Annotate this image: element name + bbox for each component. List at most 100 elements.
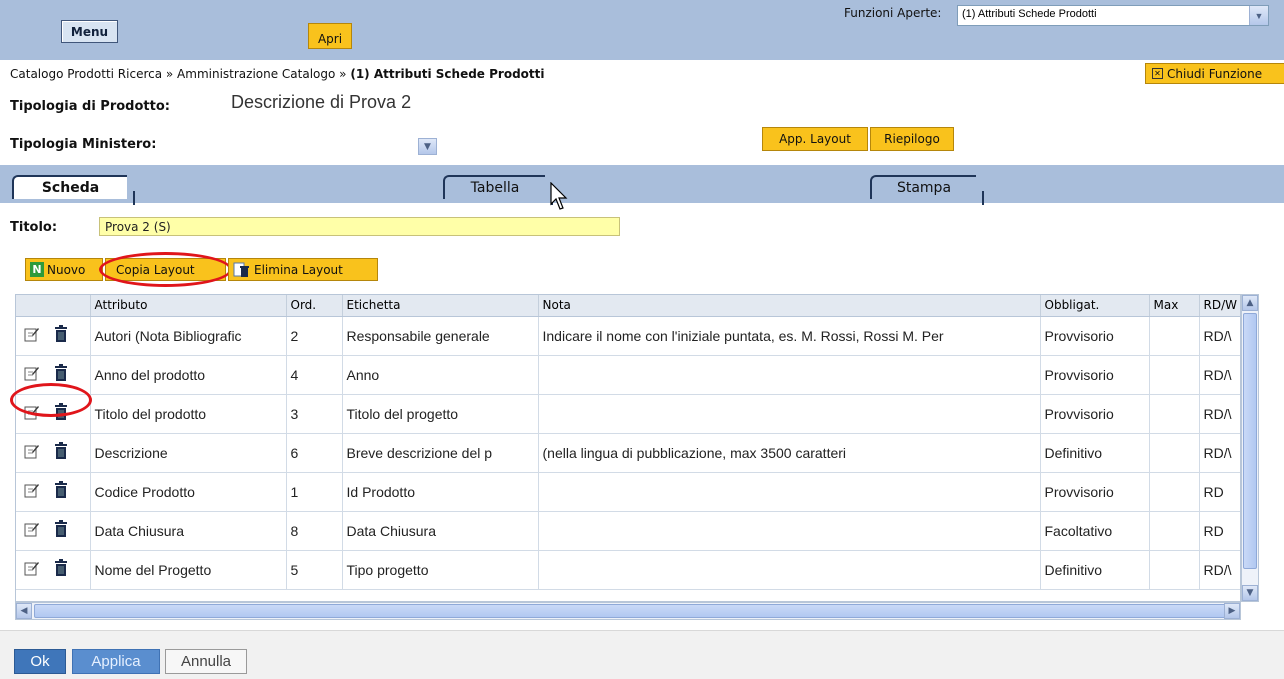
cell-max	[1149, 394, 1200, 434]
cell-rdw: RD/\	[1199, 316, 1240, 356]
cell-rdw: RD/\	[1199, 550, 1240, 590]
vertical-scrollbar[interactable]: ▲ ▼	[1241, 294, 1259, 602]
vertical-scroll-thumb[interactable]	[1243, 313, 1257, 569]
horizontal-scrollbar[interactable]: ◀ ▶	[15, 602, 1241, 620]
edit-icon[interactable]	[24, 560, 40, 579]
chevron-down-icon: ▼	[424, 141, 431, 152]
cell-etichetta: Responsabile generale	[342, 316, 539, 356]
row-actions-cell	[16, 472, 91, 512]
tipologia-ministero-label: Tipologia Ministero:	[10, 137, 157, 152]
table-row[interactable]: Data Chiusura 8 Data Chiusura Facoltativo RD	[16, 511, 1240, 551]
annulla-button[interactable]: Annulla	[165, 649, 247, 674]
column-header-max[interactable]: Max	[1149, 295, 1200, 317]
edit-icon[interactable]	[24, 365, 40, 384]
cell-ord: 4	[286, 355, 343, 395]
cell-max	[1149, 433, 1200, 473]
cell-rdw: RD/\	[1199, 433, 1240, 473]
funzioni-aperte-label: Funzioni Aperte:	[844, 6, 942, 20]
cell-etichetta: Data Chiusura	[342, 511, 539, 551]
trash-icon[interactable]	[54, 481, 68, 502]
trash-icon[interactable]	[54, 520, 68, 541]
cell-rdw: RD	[1199, 472, 1240, 512]
scroll-left-icon[interactable]: ◀	[16, 603, 32, 619]
chevron-down-icon[interactable]: ▼	[1249, 6, 1268, 25]
table-row[interactable]: Nome del Progetto 5 Tipo progetto Definitiv…	[16, 550, 1240, 590]
menu-button[interactable]: Menu	[61, 20, 118, 43]
trash-icon[interactable]	[54, 442, 68, 463]
apri-button[interactable]: Apri	[308, 23, 352, 49]
tab-stampa[interactable]: Stampa	[870, 175, 984, 205]
chiudi-funzione-label: Chiudi Funzione	[1167, 66, 1263, 81]
table-row[interactable]: Anno del prodotto 4 Anno Provvisorio RD/\	[16, 355, 1240, 395]
ok-button[interactable]: Ok	[14, 649, 66, 674]
cell-attributo: Data Chiusura	[90, 511, 287, 551]
edit-icon[interactable]	[24, 443, 40, 462]
cell-etichetta: Titolo del progetto	[342, 394, 539, 434]
titolo-label: Titolo:	[10, 220, 58, 235]
row-actions-cell	[16, 433, 91, 473]
column-header-ord[interactable]: Ord.	[286, 295, 343, 317]
riepilogo-button[interactable]: Riepilogo	[870, 127, 954, 151]
elimina-layout-button[interactable]: Elimina Layout	[228, 258, 378, 281]
mouse-cursor-icon	[550, 182, 568, 210]
cell-max	[1149, 511, 1200, 551]
cell-attributo: Descrizione	[90, 433, 287, 473]
table-row[interactable]: Autori (Nota Bibliografic 2 Responsabile g…	[16, 316, 1240, 356]
trash-icon[interactable]	[54, 325, 68, 346]
horizontal-scroll-thumb[interactable]	[34, 604, 1228, 618]
column-header-attributo[interactable]: Attributo	[90, 295, 287, 317]
table-header-row: Attributo Ord. Etichetta Nota Obbligat. …	[16, 295, 1240, 317]
scroll-right-icon[interactable]: ▶	[1224, 603, 1240, 619]
trash-icon[interactable]	[54, 364, 68, 385]
app-layout-button[interactable]: App. Layout	[762, 127, 868, 151]
applica-button[interactable]: Applica	[72, 649, 160, 674]
cell-rdw: RD/\	[1199, 394, 1240, 434]
table-row[interactable]: Descrizione 6 Breve descrizione del p (nell…	[16, 433, 1240, 473]
row-actions-cell	[16, 511, 91, 551]
cell-obbligat: Definitivo	[1040, 433, 1150, 473]
breadcrumb: Catalogo Prodotti Ricerca » Amministrazi…	[10, 67, 545, 81]
nuovo-button[interactable]: N Nuovo	[25, 258, 103, 281]
tab-scheda-label: Scheda	[41, 180, 100, 196]
edit-icon[interactable]	[24, 482, 40, 501]
elimina-layout-label: Elimina Layout	[254, 262, 343, 277]
copia-layout-button[interactable]: Copia Layout	[105, 258, 226, 281]
trash-icon[interactable]	[54, 403, 68, 424]
scroll-up-icon[interactable]: ▲	[1242, 295, 1258, 311]
tab-scheda[interactable]: Scheda	[12, 175, 135, 205]
cell-ord: 6	[286, 433, 343, 473]
row-actions-cell	[16, 316, 91, 356]
column-header-etichetta[interactable]: Etichetta	[342, 295, 539, 317]
trash-icon[interactable]	[54, 559, 68, 580]
chiudi-funzione-button[interactable]: ✕ Chiudi Funzione	[1145, 63, 1284, 84]
tab-tabella[interactable]: Tabella	[443, 175, 553, 205]
cell-obbligat: Provvisorio	[1040, 472, 1150, 512]
cell-etichetta: Breve descrizione del p	[342, 433, 539, 473]
cell-attributo: Titolo del prodotto	[90, 394, 287, 434]
tipologia-ministero-dropdown[interactable]: ▼	[418, 138, 437, 155]
column-header-obbligat[interactable]: Obbligat.	[1040, 295, 1150, 317]
trash-document-icon	[233, 262, 249, 277]
titolo-input[interactable]: Prova 2 (S)	[99, 217, 620, 236]
cell-obbligat: Provvisorio	[1040, 394, 1150, 434]
tab-tabella-label: Tabella	[470, 180, 520, 196]
cell-nota	[538, 472, 1041, 512]
cell-obbligat: Provvisorio	[1040, 355, 1150, 395]
cell-max	[1149, 472, 1200, 512]
funzioni-aperte-select[interactable]: (1) Attributi Schede Prodotti ▼	[957, 5, 1269, 26]
funzioni-aperte-value: (1) Attributi Schede Prodotti	[962, 8, 1097, 20]
attributes-table: Attributo Ord. Etichetta Nota Obbligat. …	[15, 294, 1241, 602]
cell-ord: 1	[286, 472, 343, 512]
table-row[interactable]: Codice Prodotto 1 Id Prodotto Provvisorio RD	[16, 472, 1240, 512]
edit-icon[interactable]	[24, 326, 40, 345]
edit-icon[interactable]	[24, 404, 40, 423]
cell-attributo: Anno del prodotto	[90, 355, 287, 395]
table-row[interactable]: Titolo del prodotto 3 Titolo del progetto P…	[16, 394, 1240, 434]
scroll-down-icon[interactable]: ▼	[1242, 585, 1258, 601]
cell-etichetta: Anno	[342, 355, 539, 395]
column-header-rdw[interactable]: RD/W	[1199, 295, 1240, 317]
cell-nota	[538, 394, 1041, 434]
cell-nota: Indicare il nome con l'iniziale puntata,…	[538, 316, 1041, 356]
column-header-nota[interactable]: Nota	[538, 295, 1041, 317]
edit-icon[interactable]	[24, 521, 40, 540]
